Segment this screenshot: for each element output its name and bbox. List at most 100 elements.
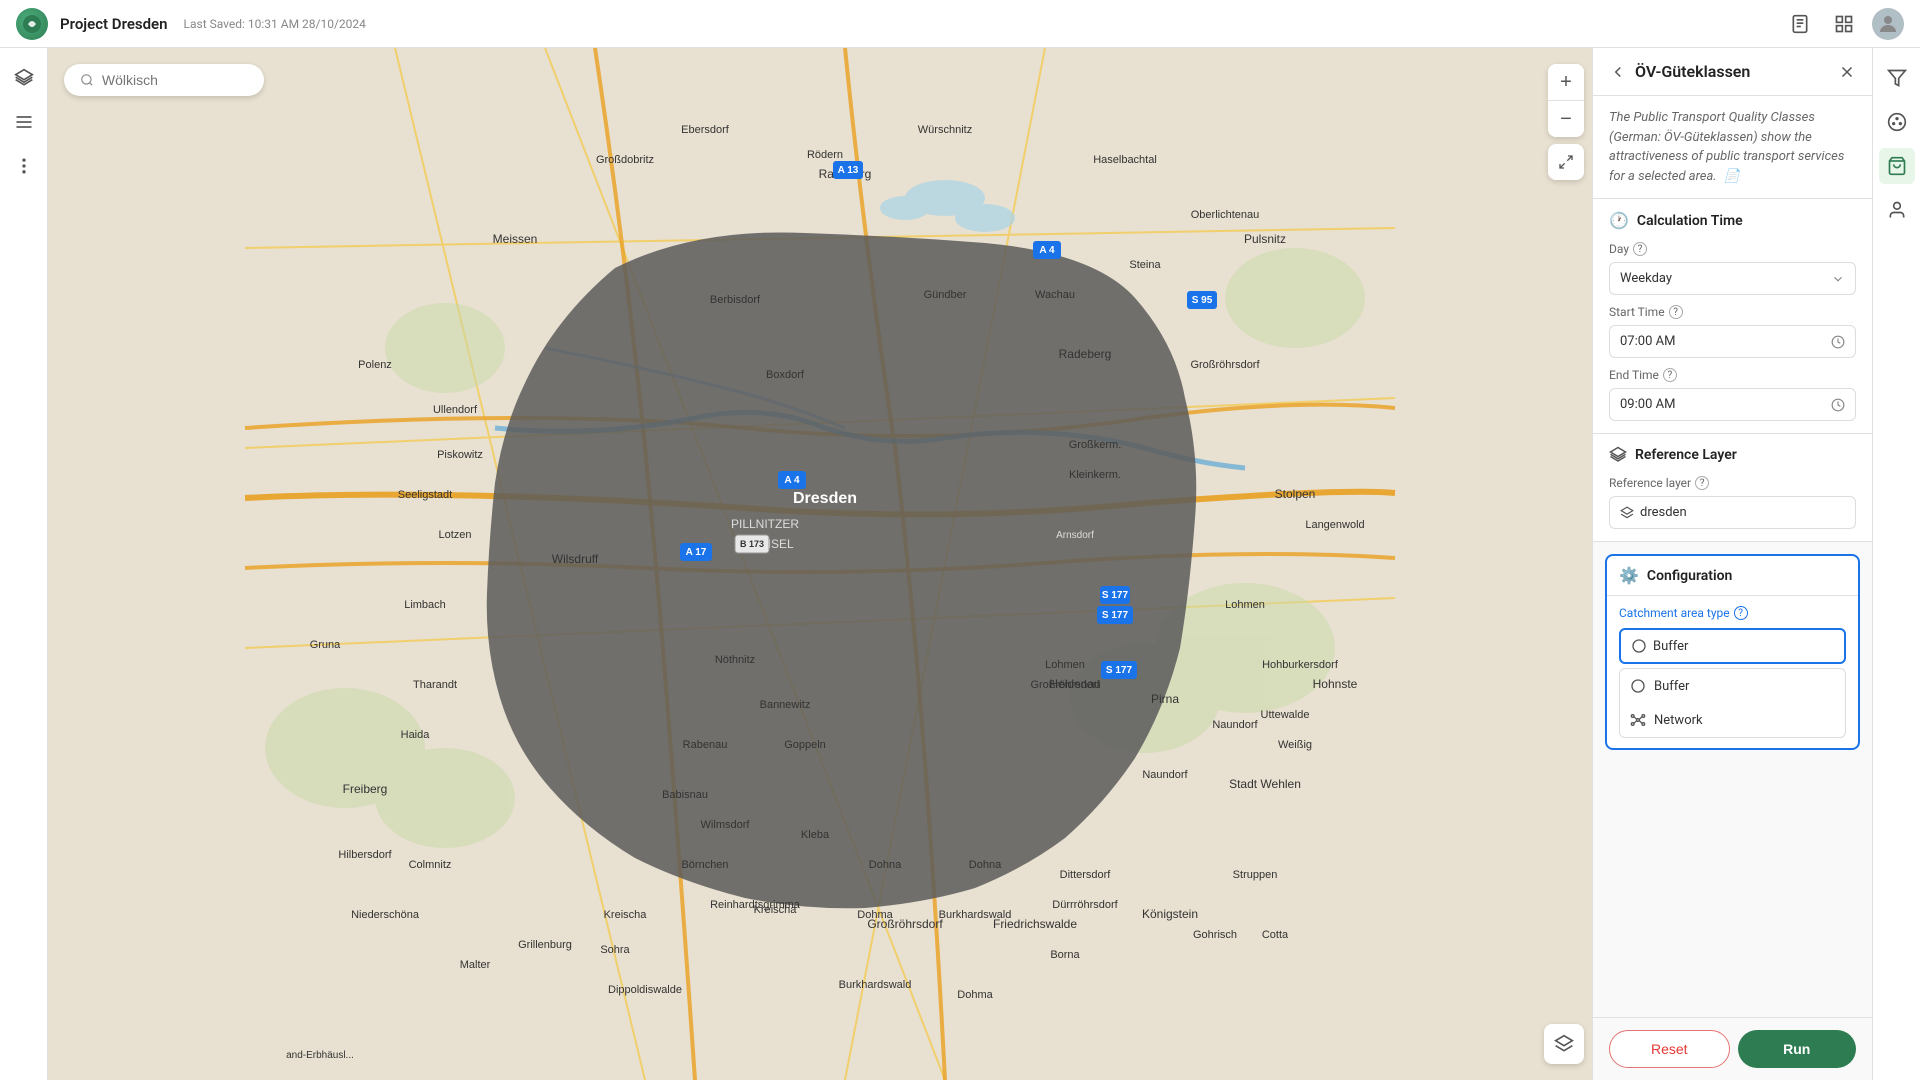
svg-text:Rabenau: Rabenau	[683, 739, 728, 751]
topbar-grid-icon[interactable]	[1828, 8, 1860, 40]
clock-icon	[1831, 335, 1845, 349]
svg-text:Stolpen: Stolpen	[1275, 487, 1316, 501]
svg-text:S 95: S 95	[1192, 295, 1213, 306]
topbar-doc-icon[interactable]	[1784, 8, 1816, 40]
dropdown-item-network[interactable]: Network	[1620, 703, 1845, 737]
svg-text:Reinhardtsgrimma: Reinhardtsgrimma	[710, 899, 801, 911]
svg-text:Dohma: Dohma	[957, 989, 993, 1001]
svg-text:Cotta: Cotta	[1262, 929, 1289, 941]
svg-text:Arnsdorf: Arnsdorf	[1056, 530, 1094, 541]
catchment-dropdown[interactable]: Buffer Buffer	[1619, 628, 1846, 738]
svg-text:Dürrröhrsdorf: Dürrröhrsdorf	[1052, 899, 1118, 911]
reference-layer-dropdown[interactable]: dresden	[1609, 496, 1856, 529]
ref-layer-help-icon[interactable]: ?	[1695, 476, 1709, 490]
sidebar-layers-btn[interactable]	[6, 60, 42, 96]
main-area: Dresden Rödern Ebersdorf Würschnitz Rade…	[0, 48, 1920, 1080]
svg-text:Friedrichswalde: Friedrichswalde	[993, 917, 1077, 931]
end-time-input[interactable]: 09:00 AM	[1609, 388, 1856, 421]
ref-layer-label: Reference layer ?	[1609, 476, 1856, 490]
mini-layers-icon	[1620, 506, 1634, 520]
catchment-dropdown-menu: Buffer	[1619, 668, 1846, 738]
svg-text:Uttewalde: Uttewalde	[1261, 709, 1310, 721]
calculation-time-section: 🕐 Calculation Time Day ? Weekday Start T…	[1593, 199, 1872, 434]
svg-text:Würschnitz: Würschnitz	[918, 124, 972, 136]
start-time-input[interactable]: 07:00 AM	[1609, 325, 1856, 358]
svg-text:Nöthnitz: Nöthnitz	[715, 654, 755, 666]
panel-close-button[interactable]	[1838, 63, 1856, 81]
svg-text:S 177: S 177	[1102, 610, 1129, 621]
svg-text:Dittersdorf: Dittersdorf	[1060, 869, 1112, 881]
svg-text:A 4: A 4	[784, 475, 800, 486]
svg-text:Haida: Haida	[401, 729, 431, 741]
map-container[interactable]: Dresden Rödern Ebersdorf Würschnitz Rade…	[48, 48, 1592, 1080]
info-icon: 📄	[1724, 169, 1740, 184]
search-input[interactable]	[102, 72, 248, 88]
panel-title: ÖV-Güteklassen	[1635, 62, 1830, 81]
dropdown-item-buffer[interactable]: Buffer	[1620, 669, 1845, 703]
svg-text:Goppeln: Goppeln	[784, 739, 826, 751]
sidebar-menu-btn[interactable]	[6, 148, 42, 184]
chevron-down-icon	[1831, 272, 1845, 286]
project-title: Project Dresden	[60, 15, 168, 33]
user-avatar[interactable]	[1872, 8, 1904, 40]
svg-text:Gündber: Gündber	[924, 289, 967, 301]
svg-text:A 4: A 4	[1039, 245, 1055, 256]
zoom-in-button[interactable]: +	[1548, 64, 1584, 100]
svg-text:Seeligstadt: Seeligstadt	[398, 489, 452, 501]
map-expand-button[interactable]	[1548, 144, 1584, 180]
svg-text:Naundorf: Naundorf	[1142, 769, 1188, 781]
config-header: ⚙️ Configuration	[1607, 556, 1858, 596]
sidebar-list-btn[interactable]	[6, 104, 42, 140]
person-icon-btn[interactable]	[1879, 192, 1915, 228]
svg-text:Radeberg: Radeberg	[1059, 347, 1112, 361]
svg-text:A 13: A 13	[838, 165, 859, 176]
svg-text:PILLNITZER: PILLNITZER	[731, 517, 799, 531]
map-layers-button[interactable]	[1544, 1024, 1584, 1064]
left-sidebar	[0, 48, 48, 1080]
last-saved: Last Saved: 10:31 AM 28/10/2024	[184, 17, 366, 31]
section-title: Calculation Time	[1637, 213, 1743, 229]
bag-icon-btn[interactable]	[1879, 148, 1915, 184]
svg-text:Colmnitz: Colmnitz	[409, 859, 452, 871]
run-button[interactable]: Run	[1738, 1030, 1857, 1068]
layers-icon	[1609, 446, 1627, 464]
zoom-out-button[interactable]: −	[1548, 101, 1584, 137]
section-header: 🕐 Calculation Time	[1609, 211, 1856, 230]
svg-text:Wilmsdorf: Wilmsdorf	[701, 819, 751, 831]
reset-button[interactable]: Reset	[1609, 1030, 1730, 1068]
svg-text:Großröhrsdorf: Großröhrsdorf	[1190, 359, 1260, 371]
buffer-option-icon	[1630, 678, 1646, 694]
topbar: Project Dresden Last Saved: 10:31 AM 28/…	[0, 0, 1920, 48]
svg-text:Weißig: Weißig	[1278, 739, 1312, 751]
panel-header: ÖV-Güteklassen	[1593, 48, 1872, 96]
svg-text:Rödern: Rödern	[807, 149, 843, 161]
svg-text:Burkhardswald: Burkhardswald	[839, 979, 912, 991]
end-time-help-icon[interactable]: ?	[1663, 368, 1677, 382]
svg-text:Meissen: Meissen	[493, 232, 538, 246]
svg-text:Dohna: Dohna	[869, 859, 902, 871]
start-time-label: Start Time ?	[1609, 305, 1856, 319]
svg-text:Kleinkerm.: Kleinkerm.	[1069, 469, 1121, 481]
svg-text:Stadt Wehlen: Stadt Wehlen	[1229, 777, 1301, 791]
palette-icon-btn[interactable]	[1879, 104, 1915, 140]
day-help-icon[interactable]: ?	[1633, 242, 1647, 256]
panel-back-button[interactable]	[1609, 63, 1627, 81]
svg-text:Hilbersdorf: Hilbersdorf	[338, 849, 392, 861]
day-label: Day ?	[1609, 242, 1856, 256]
svg-text:Dohna: Dohna	[969, 859, 1002, 871]
svg-text:Gruna: Gruna	[310, 639, 341, 651]
svg-text:Pirna: Pirna	[1151, 692, 1179, 706]
map-search-bar[interactable]	[64, 64, 264, 96]
svg-text:Limbach: Limbach	[404, 599, 446, 611]
filter-icon-btn[interactable]	[1879, 60, 1915, 96]
svg-text:A 17: A 17	[686, 547, 707, 558]
svg-text:Polenz: Polenz	[358, 359, 392, 371]
day-dropdown[interactable]: Weekday	[1609, 262, 1856, 295]
svg-text:Pulsnitz: Pulsnitz	[1244, 232, 1286, 246]
config-title: Configuration	[1647, 568, 1732, 584]
catchment-selected[interactable]: Buffer	[1619, 628, 1846, 664]
catchment-help-icon[interactable]: ?	[1734, 606, 1748, 620]
svg-text:Struppen: Struppen	[1233, 869, 1278, 881]
svg-text:Kleba: Kleba	[801, 829, 830, 841]
start-time-help-icon[interactable]: ?	[1669, 305, 1683, 319]
